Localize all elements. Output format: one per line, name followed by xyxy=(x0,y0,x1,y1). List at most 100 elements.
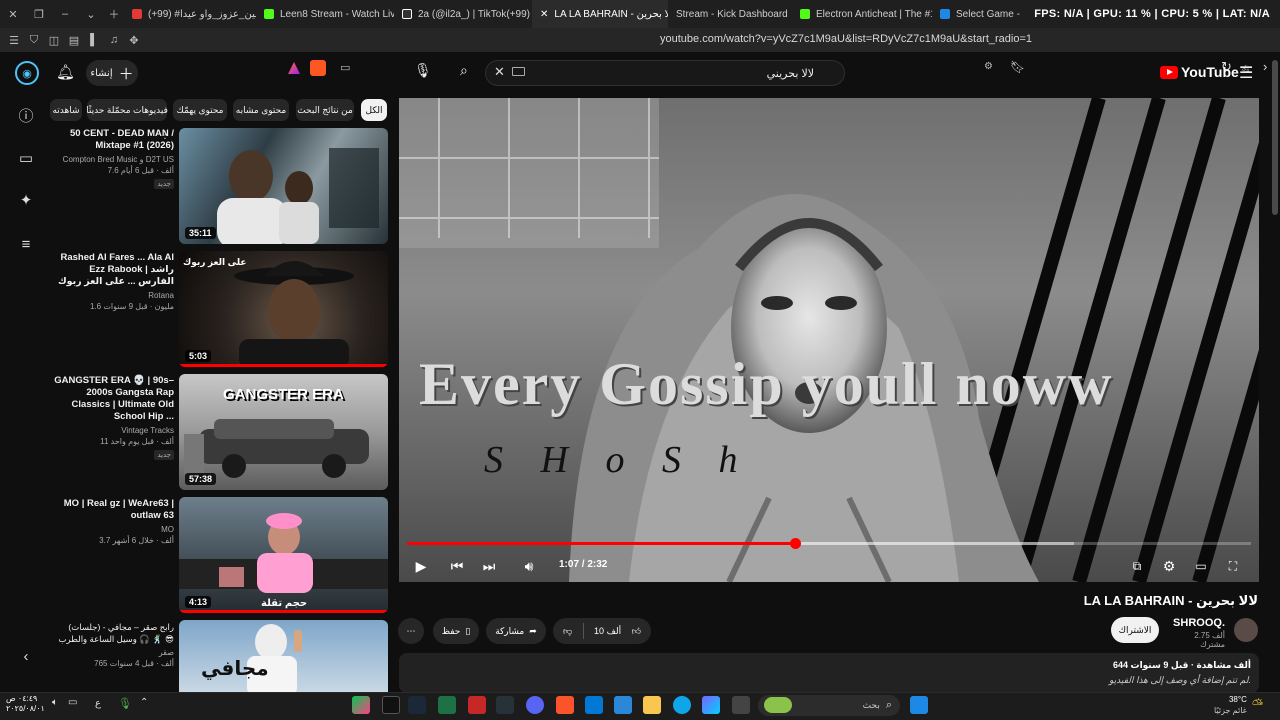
rec-title[interactable]: MO | Real gz | WeAre63 | outlaw 63 xyxy=(54,498,174,522)
chip-from-search[interactable]: من نتائج البحث xyxy=(296,99,354,121)
rec-thumbnail[interactable]: مجافي xyxy=(179,620,388,692)
collapse-chevron-icon[interactable]: ‹ xyxy=(14,644,38,668)
tab-close-icon[interactable]: ✕ xyxy=(540,9,548,20)
keyboard-icon[interactable] xyxy=(512,67,525,76)
chip-all[interactable]: الكل xyxy=(361,99,387,121)
dislike-button[interactable]: 👎︎ xyxy=(563,626,572,637)
microphone-icon[interactable]: 🎙︎ xyxy=(118,697,132,710)
windows-start-icon[interactable] xyxy=(910,696,928,714)
notifications-bell-icon[interactable]: 🔔︎ xyxy=(56,63,75,81)
chip-related[interactable]: محتوى مشابه xyxy=(233,99,289,121)
tab-6[interactable]: Select Game - Options xyxy=(932,0,1022,28)
subscribe-button[interactable]: الاشتراك xyxy=(1111,617,1159,643)
fullscreen-icon[interactable]: ⛶ xyxy=(1221,554,1245,578)
channel-avatar[interactable] xyxy=(1234,618,1258,642)
chat-icon[interactable]: ▭ xyxy=(14,146,38,170)
chip-for-you[interactable]: محتوى يهمّك xyxy=(173,99,227,121)
app-icon[interactable] xyxy=(382,696,400,714)
bookmark-icon[interactable]: 🔖︎ xyxy=(1010,60,1025,74)
brave-shield-icon[interactable] xyxy=(310,60,326,76)
sparkle-icon[interactable]: ✦ xyxy=(14,188,38,212)
taskbar-clock[interactable]: ٠٤:٤٩ ص ٢٠٢٥/٠٨/٠١ xyxy=(6,694,45,714)
tab-list-chevron-icon[interactable]: ⌄ xyxy=(78,0,104,28)
sidebar-icon[interactable]: ▌ xyxy=(84,28,104,52)
discord-icon[interactable] xyxy=(526,696,544,714)
menu-icon[interactable]: ☰ xyxy=(4,28,24,52)
reader-mode-icon[interactable]: ▭ xyxy=(340,61,350,74)
play-icon[interactable]: ▶ xyxy=(409,554,433,578)
rec-thumbnail[interactable]: حجم تقلة 4:13 xyxy=(179,497,388,613)
chip-watched[interactable]: شاهدته xyxy=(50,99,82,121)
puzzle-icon[interactable]: ✥ xyxy=(124,28,144,52)
search-input[interactable]: لالا بحريني xyxy=(485,60,845,86)
app-icon[interactable] xyxy=(468,696,486,714)
tab-1[interactable]: Leen8 Stream - Watch Live on xyxy=(256,0,394,28)
mail-icon[interactable] xyxy=(585,696,603,714)
task-view-icon[interactable] xyxy=(732,696,750,714)
more-actions-button[interactable]: ⋯ xyxy=(398,618,424,644)
previous-icon[interactable]: ⏮︎ xyxy=(445,554,469,578)
forward-icon[interactable]: › xyxy=(1263,59,1267,74)
video-player[interactable]: Every Gossip youll noww S H o S h ▶ ⏮︎ ⏭… xyxy=(399,98,1259,582)
music-icon[interactable]: ♫ xyxy=(104,28,124,52)
site-settings-icon[interactable]: ⚙ xyxy=(984,61,993,72)
brave-icon[interactable] xyxy=(556,696,574,714)
voice-search-mic-icon[interactable]: 🎙︎ xyxy=(414,62,434,84)
queue-list-icon[interactable]: ≡ xyxy=(14,232,38,256)
excel-icon[interactable] xyxy=(438,696,456,714)
window-minimize-icon[interactable]: – xyxy=(52,0,78,28)
language-indicator[interactable]: ع xyxy=(95,698,101,709)
youtube-logo[interactable]: YouTube SA xyxy=(1160,64,1250,80)
rec-channel[interactable]: MO xyxy=(54,525,174,534)
save-button[interactable]: حفظ ▯ xyxy=(433,618,479,644)
like-count[interactable]: 10 ألف xyxy=(594,626,621,637)
settings-gear-icon[interactable]: ⚙ xyxy=(1157,554,1181,578)
file-explorer-icon[interactable] xyxy=(643,696,661,714)
rec-title[interactable]: رابح صقر – مجافي - (جلسات) وسيل الساعة و… xyxy=(54,621,174,645)
rec-more-icon[interactable]: ⋮ xyxy=(160,130,170,141)
extensions-icon[interactable]: ◫ xyxy=(44,28,64,52)
search-submit-icon[interactable]: ⌕ xyxy=(460,62,468,79)
tab-2[interactable]: 2a (@il2a_) | TikTok(+99) xyxy=(394,0,532,28)
window-restore-icon[interactable]: ❐ xyxy=(26,0,52,28)
copilot-icon[interactable] xyxy=(702,696,720,714)
rec-thumbnail[interactable]: 35:11 xyxy=(179,128,388,244)
app-icon[interactable] xyxy=(352,696,370,714)
brave-rewards-icon[interactable] xyxy=(288,62,300,74)
captions-icon[interactable]: ⧉ xyxy=(1125,554,1149,578)
store-icon[interactable] xyxy=(614,696,632,714)
new-tab-icon[interactable]: ＋ xyxy=(104,0,124,28)
guide-menu-icon[interactable]: ☰ xyxy=(1239,63,1253,83)
chip-recently-uploaded[interactable]: فيديوهات محمّلة حديثًا xyxy=(86,99,168,121)
window-close-icon[interactable]: ✕ xyxy=(0,0,26,28)
rec-title[interactable]: Rashed Al Fares ... Ala Al Ezz Rabook | … xyxy=(54,252,174,288)
rec-title[interactable]: 50 CENT - DEAD MAN / Mixtape #1 (2026) xyxy=(54,128,174,152)
info-icon[interactable]: ⓘ xyxy=(14,103,38,127)
rec-thumbnail[interactable]: GANGSTER ERA 57:38 xyxy=(179,374,388,490)
steam-icon[interactable] xyxy=(408,696,426,714)
page-scrollbar[interactable] xyxy=(1272,60,1278,215)
volume-icon[interactable]: 🔊︎ xyxy=(517,554,541,578)
tab-4[interactable]: Stream - Kick Dashboard xyxy=(668,0,792,28)
rec-thumbnail[interactable]: على العز ربوك 5:03 xyxy=(179,251,388,367)
network-icon[interactable]: ▭ xyxy=(68,697,77,708)
edge-icon[interactable] xyxy=(673,696,691,714)
rec-channel[interactable]: صقر xyxy=(54,648,174,657)
like-button[interactable]: 👍︎ xyxy=(632,626,641,637)
tab-search-icon[interactable]: ▤ xyxy=(64,28,84,52)
tab-5[interactable]: Electron Anticheat | The #1 Fiv xyxy=(792,0,932,28)
shield-icon[interactable]: ⛉ xyxy=(24,28,44,52)
create-button[interactable]: إنشاء ＋ xyxy=(86,60,138,86)
channel-name[interactable]: SHROOQ. xyxy=(1170,617,1225,629)
next-icon[interactable]: ⏭︎ xyxy=(477,554,501,578)
rec-title[interactable]: GANGSTER ERA 💀 | 90s–2000s Gangsta Rap C… xyxy=(54,375,174,423)
share-button[interactable]: مشاركة ➦ xyxy=(486,618,546,644)
user-avatar[interactable]: ◉ xyxy=(15,61,39,85)
rec-channel[interactable]: Rotana xyxy=(54,291,174,300)
weather-widget[interactable]: 38°C غائم جزئيًا xyxy=(1214,694,1247,716)
url-field[interactable]: youtube.com/watch?v=yVcZ7c1M9aU&list=RDy… xyxy=(660,33,1032,45)
rec-channel[interactable]: Vintage Tracks xyxy=(54,426,174,435)
rec-channel[interactable]: Compton Bred Music و D2T US xyxy=(54,155,174,164)
clear-search-icon[interactable]: ✕ xyxy=(494,64,505,80)
speaker-icon[interactable]: 🔈︎ xyxy=(52,697,58,708)
